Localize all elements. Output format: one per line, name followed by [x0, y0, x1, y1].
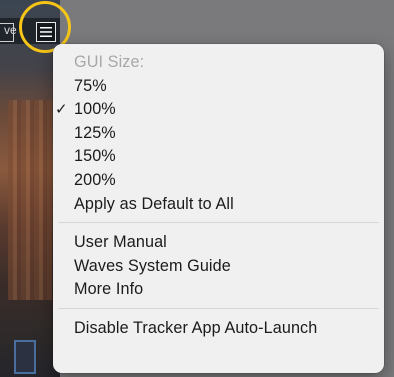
menu-item-label: 200%: [74, 170, 116, 189]
menu-item-user-manual[interactable]: User Manual: [53, 231, 384, 255]
menu-item-system-guide[interactable]: Waves System Guide: [53, 255, 384, 279]
menu-item-disable-tracker-autolaunch[interactable]: Disable Tracker App Auto-Launch: [53, 317, 384, 341]
menu-header-gui-size: GUI Size:: [74, 53, 145, 71]
menu-item-size-100[interactable]: ✓ 100%: [53, 98, 384, 122]
checkmark-icon: ✓: [55, 101, 68, 119]
menu-item-size-200[interactable]: 200%: [53, 169, 384, 193]
menu-item-label: 100%: [74, 100, 116, 119]
menu-separator: [58, 222, 379, 224]
plugin-artwork: [8, 100, 52, 300]
plugin-control[interactable]: [14, 340, 36, 374]
menu-item-size-150[interactable]: 150%: [53, 145, 384, 169]
menu-item-size-125[interactable]: 125%: [53, 122, 384, 146]
menu-item-label: 75%: [74, 76, 107, 95]
menu-item-label: 125%: [74, 123, 116, 142]
menu-separator: [58, 307, 379, 309]
menu-item-more-info[interactable]: More Info: [53, 278, 384, 302]
plugin-toolbar-text: ve: [4, 23, 17, 37]
menu-item-apply-default[interactable]: Apply as Default to All: [53, 193, 384, 217]
menu-item-size-75[interactable]: 75%: [53, 75, 384, 99]
menu-item-label: 150%: [74, 147, 116, 166]
plugin-window-background: [0, 0, 60, 377]
context-menu: GUI Size: 75% ✓ 100% 125% 150% 200% Appl…: [53, 44, 384, 373]
